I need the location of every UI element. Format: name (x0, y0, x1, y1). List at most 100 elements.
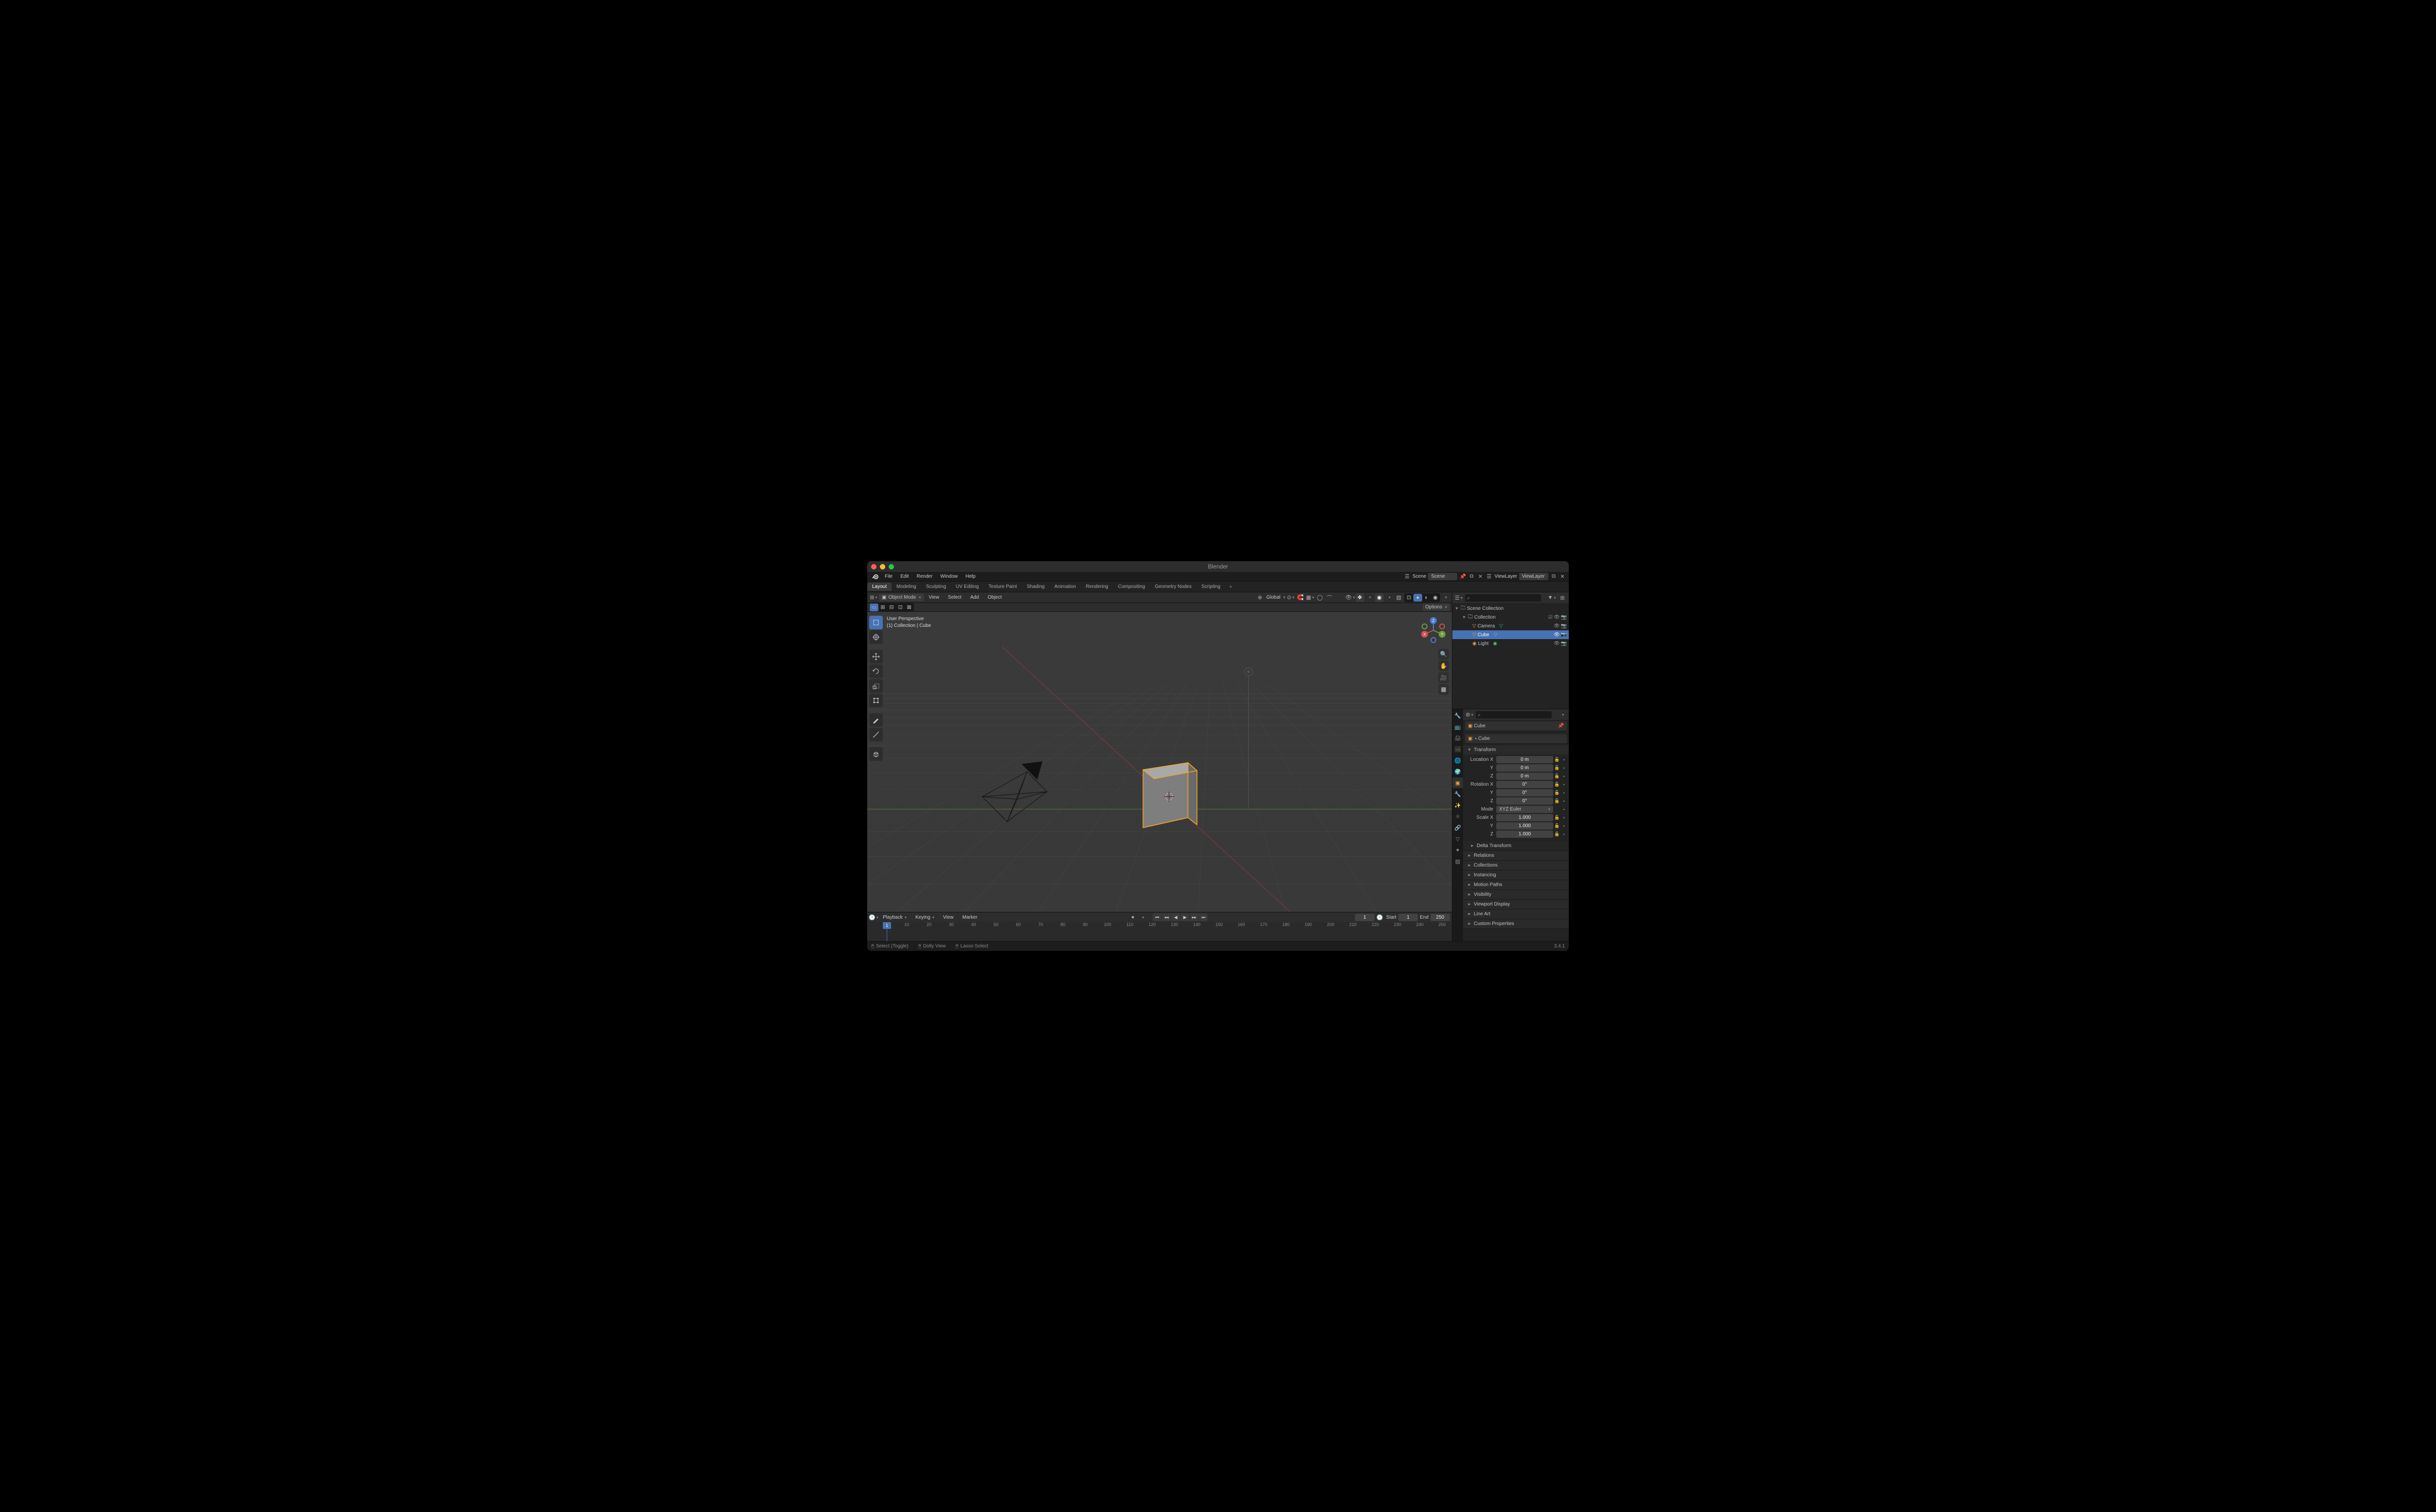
start-frame-input[interactable] (1398, 914, 1418, 921)
select-extend-icon[interactable]: ⊞ (878, 604, 887, 611)
prop-tab-modifiers[interactable]: 🔧 (1452, 789, 1463, 799)
xray-toggle-icon[interactable]: ▧ (1394, 593, 1403, 602)
tree-row-collection[interactable]: ▾ 🗀 Collection ☑ 👁 📷 (1452, 613, 1569, 622)
viewlayer-browse-icon[interactable]: ☰ (1484, 572, 1493, 581)
menu-edit[interactable]: Edit (896, 573, 913, 580)
menu-file[interactable]: File (881, 573, 896, 580)
prop-tab-material[interactable]: ● (1452, 845, 1463, 855)
nav-camera-icon[interactable]: 🎥 (1438, 672, 1449, 683)
new-viewlayer-icon[interactable]: ⧉ (1549, 572, 1558, 581)
scene-browse-icon[interactable]: ☰ (1403, 572, 1411, 581)
pin-icon[interactable]: 📌 (1558, 723, 1564, 729)
hide-viewport-icon[interactable]: 👁 (1554, 615, 1560, 620)
prop-tab-particles[interactable]: ✨ (1452, 800, 1463, 811)
properties-type-icon[interactable]: ⚙▾ (1465, 710, 1474, 719)
tab-compositing[interactable]: Compositing (1113, 583, 1150, 591)
tool-add-cube[interactable] (869, 747, 883, 761)
tool-cursor[interactable] (869, 630, 883, 644)
tool-rotate[interactable] (869, 664, 883, 678)
outliner-search-input[interactable] (1465, 594, 1541, 602)
location-x-input[interactable]: 0 m (1496, 756, 1553, 763)
tab-sculpting[interactable]: Sculpting (921, 583, 951, 591)
menu-window[interactable]: Window (936, 573, 962, 580)
delete-scene-icon[interactable]: ✕ (1476, 572, 1484, 581)
proportional-edit-icon[interactable]: ◯ (1315, 593, 1324, 602)
overlays-toggle-icon[interactable]: ◉ (1375, 593, 1384, 602)
preview-range-icon[interactable]: 🕐 (1375, 913, 1384, 922)
jump-start-icon[interactable]: ⏮ (1153, 913, 1161, 921)
lock-icon[interactable]: 🔓 (1554, 757, 1560, 762)
disable-render-icon[interactable]: 📷 (1561, 632, 1567, 638)
rotation-mode-dropdown[interactable]: XYZ Euler▾ (1496, 806, 1553, 813)
shading-material-icon[interactable]: ◐ (1422, 594, 1431, 602)
location-z-input[interactable]: 0 m (1496, 773, 1553, 780)
properties-options-icon[interactable]: ▾ (1558, 710, 1567, 719)
tab-uv-editing[interactable]: UV Editing (951, 583, 984, 591)
scale-z-input[interactable]: 1.000 (1496, 831, 1553, 838)
vp-menu-object[interactable]: Object (984, 594, 1006, 601)
shading-wireframe-icon[interactable]: ⊡ (1405, 594, 1413, 602)
snap-mode-icon[interactable]: ▦▾ (1306, 593, 1314, 602)
hide-viewport-icon[interactable]: 👁 (1554, 632, 1560, 638)
panel-relations-header[interactable]: ▸Relations (1463, 851, 1569, 860)
properties-data-crumb[interactable]: ▣ ▾ Cube (1465, 734, 1567, 744)
prop-tab-texture[interactable]: ▨ (1452, 856, 1463, 867)
prop-tab-mesh[interactable]: ▽ (1452, 833, 1463, 844)
tab-animation[interactable]: Animation (1049, 583, 1081, 591)
tab-modeling[interactable]: Modeling (892, 583, 921, 591)
tool-move[interactable] (869, 650, 883, 663)
snap-toggle-icon[interactable]: 🧲 (1296, 593, 1305, 602)
prop-tab-viewlayer[interactable]: 🖼 (1452, 744, 1463, 755)
vp-menu-add[interactable]: Add (966, 594, 983, 601)
select-subtract-icon[interactable]: ⊟ (887, 604, 896, 611)
add-workspace-button[interactable]: + (1225, 583, 1236, 591)
scale-y-input[interactable]: 1.000 (1496, 822, 1553, 830)
editor-type-icon[interactable]: ⊞▾ (869, 593, 878, 602)
nav-gizmo[interactable]: Y X Z (1419, 616, 1448, 645)
panel-instancing-header[interactable]: ▸Instancing (1463, 870, 1569, 880)
next-keyframe-icon[interactable]: ▸▸ (1190, 913, 1199, 921)
tool-select-box[interactable] (869, 616, 883, 629)
tab-layout[interactable]: Layout (867, 583, 892, 591)
prop-tab-tool[interactable]: 🔧 (1452, 710, 1463, 721)
current-frame-input[interactable] (1355, 914, 1374, 921)
select-invert-icon[interactable]: ⊠ (905, 604, 914, 611)
tl-menu-keying[interactable]: Keying ▾ (912, 914, 938, 921)
tree-row-camera[interactable]: ▽ Camera ▽ 👁 📷 (1452, 622, 1569, 630)
prop-tab-world[interactable]: 🌍 (1452, 766, 1463, 777)
play-reverse-icon[interactable]: ◀ (1171, 913, 1180, 921)
tab-rendering[interactable]: Rendering (1081, 583, 1113, 591)
tool-annotate[interactable] (869, 713, 883, 727)
pivot-icon[interactable]: ⊙▾ (1286, 593, 1295, 602)
delete-viewlayer-icon[interactable]: ✕ (1558, 572, 1567, 581)
vp-menu-select[interactable]: Select (944, 594, 966, 601)
panel-custom-properties-header[interactable]: ▸Custom Properties (1463, 919, 1569, 928)
prop-tab-scene[interactable]: 🌐 (1452, 755, 1463, 766)
hide-viewport-icon[interactable]: 👁 (1554, 624, 1560, 629)
location-y-input[interactable]: 0 m (1496, 764, 1553, 772)
panel-viewport-display-header[interactable]: ▸Viewport Display (1463, 900, 1569, 909)
auto-keyframe-options-icon[interactable]: ▾ (1138, 913, 1147, 922)
maximize-window-button[interactable] (889, 564, 894, 569)
menu-render[interactable]: Render (913, 573, 936, 580)
options-dropdown[interactable]: Options ▾ (1423, 604, 1450, 611)
menu-help[interactable]: Help (962, 573, 980, 580)
properties-search-input[interactable] (1476, 711, 1552, 718)
select-tweak-icon[interactable]: ▭ (870, 604, 878, 611)
disable-render-icon[interactable]: 📷 (1561, 641, 1567, 646)
play-icon[interactable]: ▶ (1180, 913, 1189, 921)
prop-tab-physics[interactable]: ⚛ (1452, 811, 1463, 822)
tree-row-scene-collection[interactable]: ▾🗀 Scene Collection (1452, 604, 1569, 613)
disable-render-icon[interactable]: 📷 (1561, 624, 1567, 629)
nav-zoom-icon[interactable]: 🔍 (1438, 649, 1449, 660)
tl-menu-playback[interactable]: Playback ▾ (879, 914, 911, 921)
new-scene-icon[interactable]: ⧉ (1467, 572, 1476, 581)
viewport-3d[interactable]: User Perspective (1) Collection | Cube (867, 612, 1452, 912)
prop-tab-output[interactable]: 🖨 (1452, 733, 1463, 743)
disable-render-icon[interactable]: 📷 (1561, 615, 1567, 620)
panel-delta-transform-header[interactable]: ▸Delta Transform (1463, 841, 1569, 850)
pin-scene-icon[interactable]: 📌 (1458, 572, 1467, 581)
prop-tab-constraints[interactable]: 🔗 (1452, 822, 1463, 833)
tl-menu-view[interactable]: View (939, 914, 958, 921)
prop-tab-render[interactable]: 📺 (1452, 721, 1463, 732)
